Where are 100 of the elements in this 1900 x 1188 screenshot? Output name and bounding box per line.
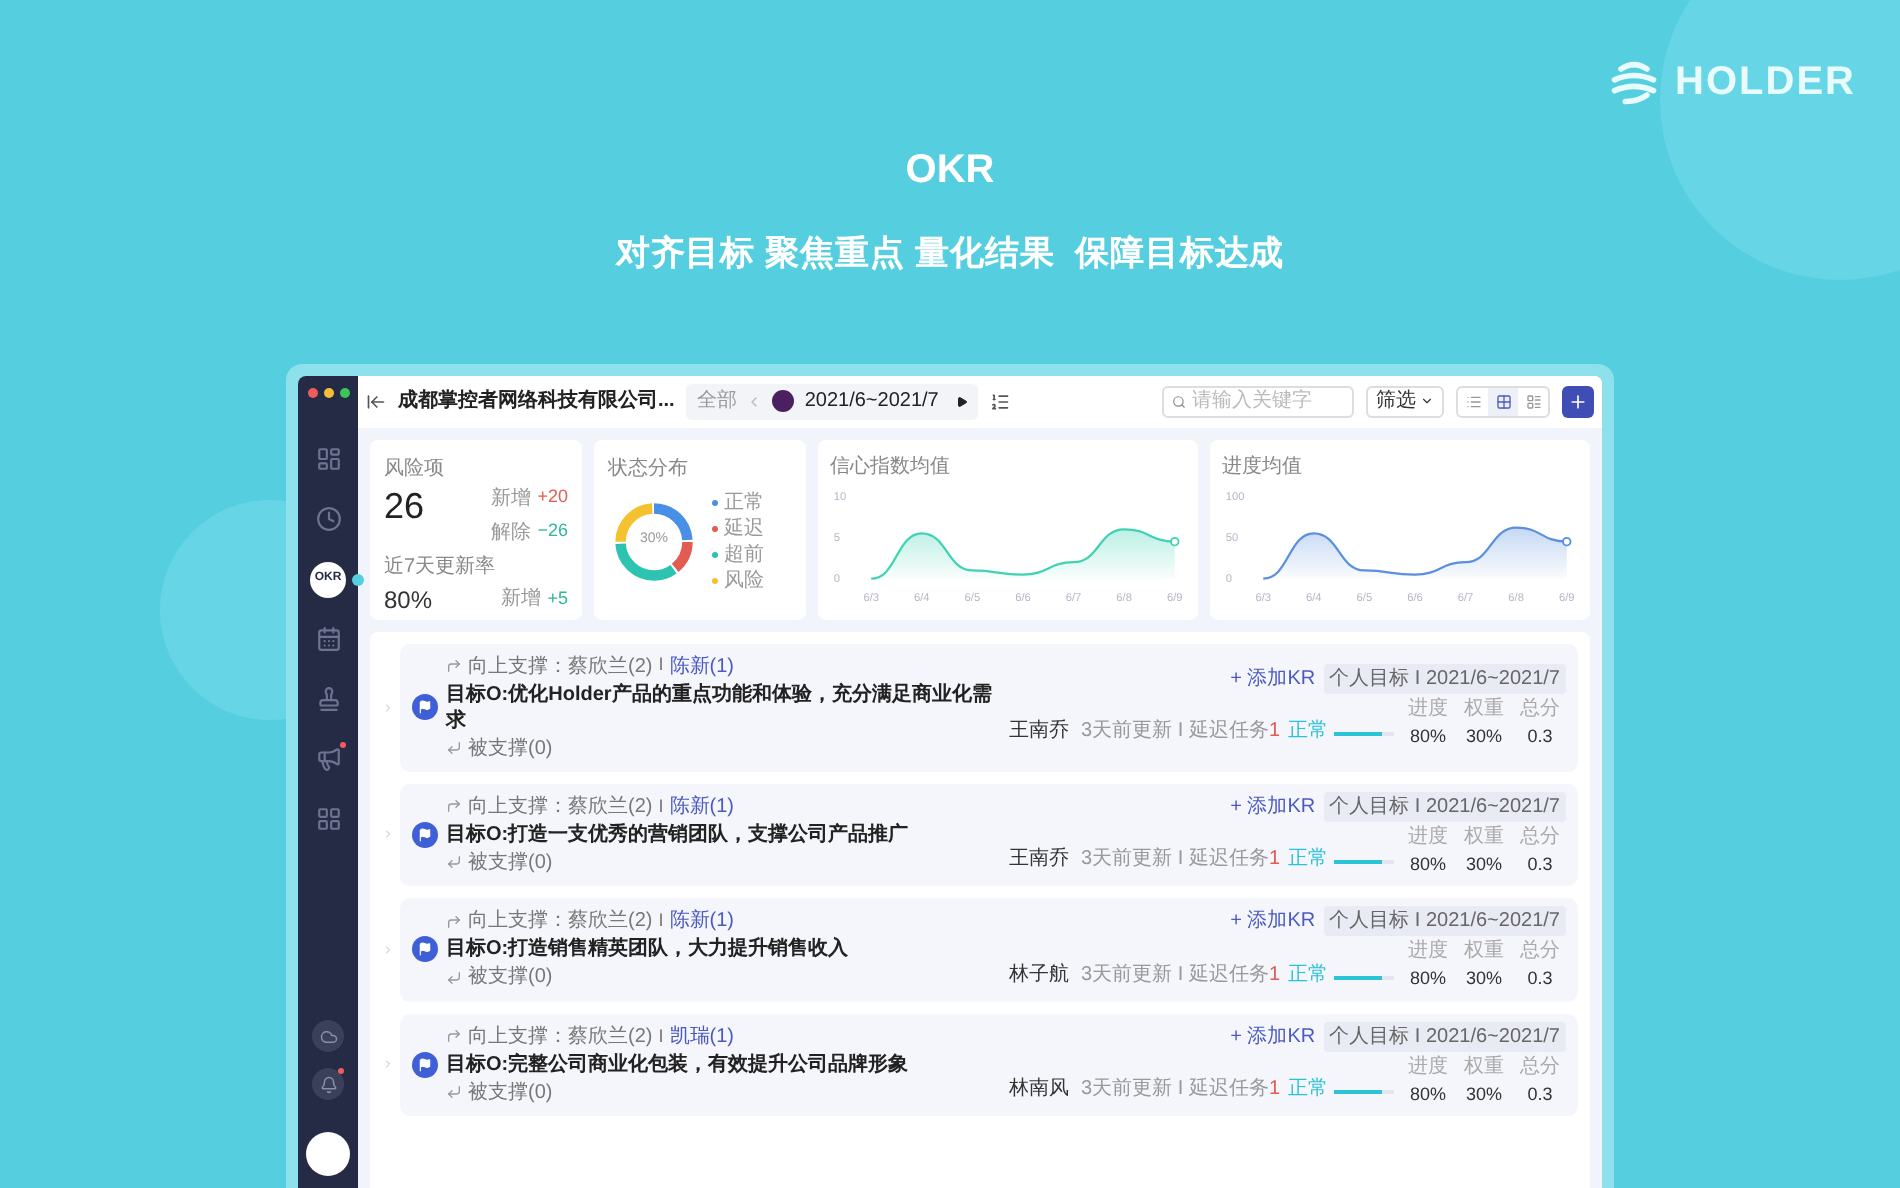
- add-kr-link[interactable]: + 添加KR: [1230, 791, 1316, 821]
- weight-value: 30%: [1463, 723, 1504, 750]
- added-value: +20: [537, 484, 568, 511]
- score-value: 0.3: [1525, 966, 1555, 992]
- next-icon[interactable]: [956, 395, 969, 407]
- up-arrow-icon: [446, 798, 462, 815]
- update-rate: 80%: [384, 583, 433, 617]
- chart-title: 进度均值: [1222, 453, 1304, 481]
- update-info: 3天前更新 I 延迟任务1: [1081, 961, 1280, 989]
- down-arrow-icon: [446, 969, 462, 986]
- supported-by-label: 被支撑(0): [468, 735, 553, 763]
- up-arrow-icon: [446, 658, 462, 674]
- support-link[interactable]: 陈新(1): [669, 906, 734, 937]
- column-header: 权重: [1462, 823, 1506, 851]
- notifications-icon[interactable]: [312, 1068, 344, 1100]
- objective-card[interactable]: 向上支撑：蔡欣兰(2) I 陈新(1) 目标O:优化Holder产品的重点功能和体验，充分满足商业化需求 被支撑(0) + 添加KR 个人目标 I 2021/6~2021/7 王南乔 3天前更新 I 延迟任务1 正常 进度 权重 总分 80% 30% 0.3: [400, 643, 1578, 771]
- grid-view-icon[interactable]: [1488, 387, 1518, 415]
- support-link[interactable]: 陈新(1): [669, 791, 734, 822]
- period-tag: 个人目标 I 2021/6~2021/7: [1323, 791, 1566, 821]
- cloud-icon[interactable]: [312, 1020, 344, 1052]
- removed-label: 解除: [491, 519, 532, 547]
- owner-name: 林南风: [1009, 1075, 1070, 1104]
- objective-title: 目标O:优化Holder产品的重点功能和体验，充分满足商业化需求: [446, 681, 994, 733]
- down-arrow-icon: [446, 1084, 462, 1101]
- support-link[interactable]: 陈新(1): [669, 651, 734, 681]
- separator: I: [658, 793, 664, 819]
- hero-title: OKR: [905, 146, 995, 196]
- status-label: 正常: [1288, 717, 1328, 747]
- update-info: 3天前更新 I 延迟任务1: [1081, 717, 1280, 747]
- column-header: 权重: [1462, 1053, 1506, 1081]
- column-header: 总分: [1518, 823, 1562, 851]
- added-value: +5: [547, 585, 568, 612]
- add-kr-link[interactable]: + 添加KR: [1230, 1021, 1316, 1051]
- legend-label: 风险: [724, 567, 764, 593]
- add-kr-link[interactable]: + 添加KR: [1230, 906, 1316, 936]
- progress-value: 80%: [1407, 1081, 1448, 1107]
- logo-icon: [1607, 56, 1660, 108]
- period-label: 2021/6~2021/7: [804, 388, 939, 416]
- period-tag: 个人目标 I 2021/6~2021/7: [1323, 663, 1566, 694]
- data-point-marker: [1170, 535, 1180, 546]
- objective-title: 目标O:完整公司商业化包装，有效提升公司品牌形象: [446, 1051, 909, 1078]
- weight-value: 30%: [1463, 1081, 1504, 1107]
- added-label: 新增: [491, 485, 532, 513]
- legend-label: 正常: [724, 489, 764, 515]
- flag-icon: [412, 694, 438, 720]
- added-label: 新增: [501, 585, 542, 614]
- flag-icon: [412, 1051, 438, 1078]
- add-kr-link[interactable]: + 添加KR: [1230, 663, 1316, 694]
- separator: I: [658, 1023, 664, 1049]
- separator: I: [658, 908, 664, 934]
- sort-icon[interactable]: [990, 391, 1011, 411]
- search-field[interactable]: 请输入关键字: [1162, 385, 1354, 417]
- risk-title: 风险项: [384, 455, 446, 483]
- update-rate-title: 近7天更新率: [384, 553, 498, 581]
- plus-icon: [1568, 391, 1588, 411]
- removed-value: −26: [537, 518, 568, 545]
- weight-value: 30%: [1463, 966, 1504, 992]
- column-header: 总分: [1518, 1053, 1562, 1081]
- filter-dropdown[interactable]: 筛选: [1366, 385, 1444, 417]
- column-header: 总分: [1518, 695, 1562, 724]
- column-header: 进度: [1406, 1053, 1450, 1081]
- risk-count: 26: [384, 487, 425, 523]
- brand-name: HOLDER: [1675, 58, 1856, 108]
- column-header: 总分: [1518, 937, 1562, 966]
- separator: I: [658, 652, 664, 679]
- objective-card[interactable]: 向上支撑：蔡欣兰(2) I 陈新(1) 目标O:打造销售精英团队，大力提升销售收入 被支撑(0) + 添加KR 个人目标 I 2021/6~2021/7 林子航 3天前更新 I 延迟任务1 正常 进度 权重 总分 80% 30% 0.3: [400, 898, 1578, 1001]
- hero-subtitle: 对齐目标 聚焦重点 量化结果 保障目标达成: [615, 232, 1285, 276]
- objective-card[interactable]: 向上支撑：蔡欣兰(2) I 陈新(1) 目标O:打造一支优秀的营销团队，支撑公司产品推广 被支撑(0) + 添加KR 个人目标 I 2021/6~2021/7 王南乔 3天前更新 I 延迟任务1 正常 进度 权重 总分 80% 30% 0.3: [400, 783, 1578, 886]
- up-support-label: 向上支撑：蔡欣兰(2): [468, 907, 653, 937]
- objective-card[interactable]: 向上支撑：蔡欣兰(2) I 凯瑞(1) 目标O:完整公司商业化包装，有效提升公司品牌形象 被支撑(0) + 添加KR 个人目标 I 2021/6~2021/7 林南风 3天前更新 I 延迟任务1 正常 进度 权重 总分 80% 30% 0.3: [400, 1013, 1578, 1116]
- down-arrow-icon: [446, 740, 462, 756]
- legend-label: 超前: [724, 541, 764, 567]
- supported-by-label: 被支撑(0): [468, 963, 553, 993]
- column-header: 进度: [1406, 823, 1450, 851]
- progress-value: 80%: [1407, 851, 1448, 877]
- status-label: 正常: [1288, 1075, 1328, 1104]
- back-icon[interactable]: [366, 391, 386, 411]
- data-point-marker: [1562, 535, 1572, 546]
- support-link[interactable]: 凯瑞(1): [669, 1021, 734, 1052]
- flag-icon: [412, 821, 438, 848]
- owner-name: 王南乔: [1009, 717, 1070, 747]
- progress-value: 80%: [1407, 966, 1448, 992]
- score-value: 0.3: [1525, 851, 1555, 877]
- progress-value: 80%: [1407, 723, 1448, 750]
- supported-by-label: 被支撑(0): [468, 849, 553, 878]
- up-support-label: 向上支撑：蔡欣兰(2): [468, 793, 653, 822]
- update-info: 3天前更新 I 延迟任务1: [1081, 1075, 1280, 1104]
- owner-name: 林子航: [1009, 961, 1070, 989]
- status-label: 正常: [1288, 961, 1328, 989]
- add-button[interactable]: [1562, 385, 1594, 417]
- supported-by-label: 被支撑(0): [468, 1079, 553, 1108]
- column-header: 权重: [1462, 937, 1506, 966]
- update-info: 3天前更新 I 延迟任务1: [1081, 845, 1280, 874]
- up-support-label: 向上支撑：蔡欣兰(2): [468, 653, 653, 681]
- weight-value: 30%: [1463, 851, 1504, 877]
- status-label: 正常: [1288, 845, 1328, 874]
- legend-label: 延迟: [724, 515, 764, 541]
- up-arrow-icon: [446, 913, 462, 930]
- score-value: 0.3: [1525, 723, 1555, 750]
- user-avatar[interactable]: [306, 1132, 350, 1176]
